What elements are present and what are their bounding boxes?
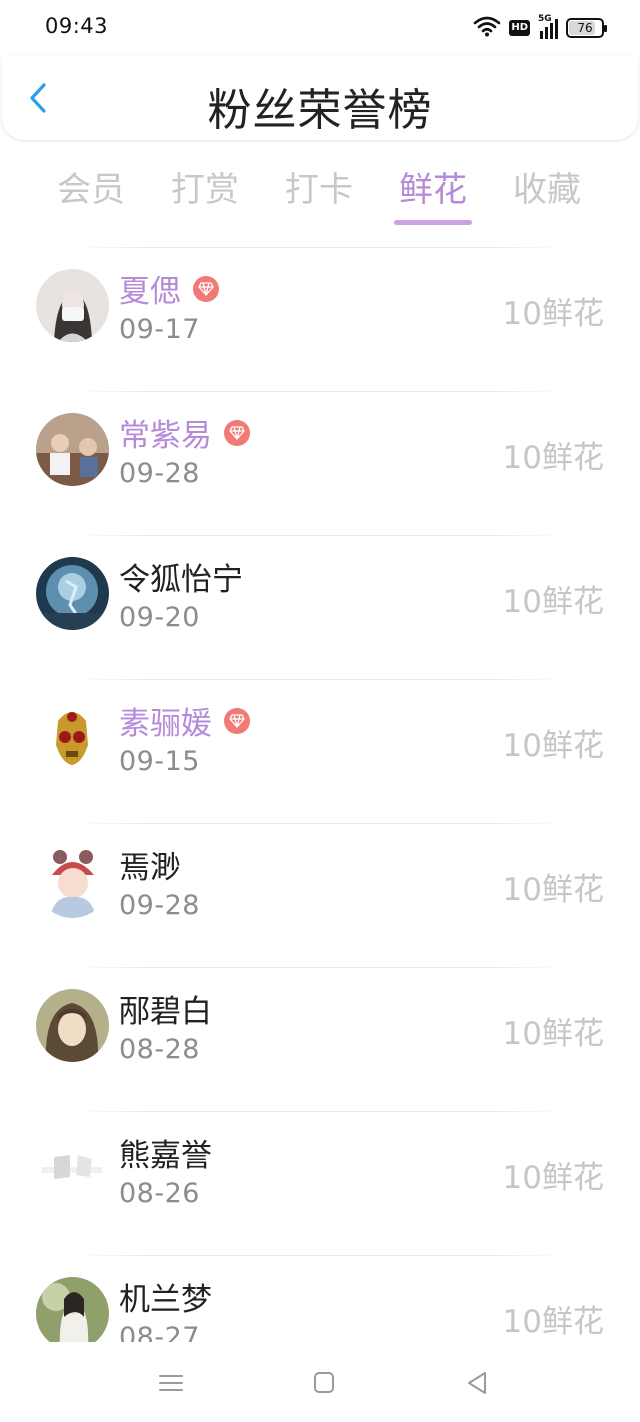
list-item[interactable]: 常紫易 09-28 10鲜花 xyxy=(0,384,640,528)
vip-diamond-icon xyxy=(193,275,219,302)
fan-name: 常紫易 xyxy=(119,418,212,454)
tab-flowers[interactable]: 鲜花 xyxy=(388,162,478,211)
battery-level: 76 xyxy=(577,21,593,35)
fan-name-row: 夏偲 xyxy=(119,266,219,311)
fan-name: 熊嘉誉 xyxy=(119,1138,212,1174)
divider xyxy=(72,1111,568,1112)
divider xyxy=(72,1255,568,1256)
tab-favorites[interactable]: 收藏 xyxy=(502,162,592,211)
list-item[interactable]: 令狐怡宁 09-20 10鲜花 xyxy=(0,528,640,672)
gift-count: 10鲜花 xyxy=(502,1160,604,1196)
hd-icon: HD xyxy=(509,20,530,36)
avatar[interactable] xyxy=(36,845,109,918)
network-label: 5G xyxy=(538,14,552,24)
avatar[interactable] xyxy=(36,989,109,1062)
fan-name: 机兰梦 xyxy=(119,1282,212,1318)
gift-count: 10鲜花 xyxy=(502,440,604,476)
fan-list: 夏偲 09-17 10鲜花 常紫易 09-28 10鲜花 令狐怡宁 09-20 … xyxy=(0,240,640,1342)
fan-date: 08-27 xyxy=(119,1322,200,1342)
gift-count: 10鲜花 xyxy=(502,584,604,620)
fan-date: 08-28 xyxy=(119,1034,200,1065)
battery-icon: 76 xyxy=(566,18,607,38)
status-icons: HD 5G 76 xyxy=(473,14,607,42)
divider xyxy=(72,391,568,392)
fan-name-row: 焉渺 xyxy=(119,842,181,887)
vip-diamond-icon xyxy=(224,419,250,446)
list-item[interactable]: 邴碧白 08-28 10鲜花 xyxy=(0,960,640,1104)
avatar[interactable] xyxy=(36,1133,109,1206)
divider xyxy=(72,967,568,968)
active-tab-indicator xyxy=(394,220,472,225)
tab-bar: 会员 打赏 打卡 鲜花 收藏 xyxy=(0,152,640,232)
tab-reward[interactable]: 打赏 xyxy=(160,162,250,211)
fan-name-row: 令狐怡宁 xyxy=(119,554,243,599)
list-item[interactable]: 夏偲 09-17 10鲜花 xyxy=(0,240,640,384)
divider xyxy=(72,823,568,824)
list-item[interactable]: 机兰梦 08-27 10鲜花 xyxy=(0,1248,640,1342)
fan-date: 09-28 xyxy=(119,458,200,489)
avatar[interactable] xyxy=(36,1277,109,1342)
gift-count: 10鲜花 xyxy=(502,1304,604,1340)
avatar[interactable] xyxy=(36,413,109,486)
fan-name-row: 素骊媛 xyxy=(119,698,250,743)
fan-name: 素骊媛 xyxy=(119,706,212,742)
divider xyxy=(72,535,568,536)
gift-count: 10鲜花 xyxy=(502,872,604,908)
list-item[interactable]: 焉渺 09-28 10鲜花 xyxy=(0,816,640,960)
divider xyxy=(72,679,568,680)
avatar[interactable] xyxy=(36,557,109,630)
status-time: 09:43 xyxy=(45,14,109,38)
fan-name-row: 邴碧白 xyxy=(119,986,212,1031)
divider xyxy=(72,247,568,248)
gift-count: 10鲜花 xyxy=(502,728,604,764)
list-item[interactable]: 熊嘉誉 08-26 10鲜花 xyxy=(0,1104,640,1248)
fan-name-row: 常紫易 xyxy=(119,410,250,455)
wifi-icon xyxy=(473,15,501,41)
fan-date: 09-20 xyxy=(119,602,200,633)
gift-count: 10鲜花 xyxy=(502,1016,604,1052)
tab-member[interactable]: 会员 xyxy=(46,162,136,211)
system-nav-bar xyxy=(0,1346,640,1422)
avatar[interactable] xyxy=(36,701,109,774)
gift-count: 10鲜花 xyxy=(502,296,604,332)
fan-name: 令狐怡宁 xyxy=(119,562,243,598)
fan-date: 09-28 xyxy=(119,890,200,921)
avatar[interactable] xyxy=(36,269,109,342)
fan-date: 08-26 xyxy=(119,1178,200,1209)
menu-icon[interactable] xyxy=(154,1368,188,1398)
tab-checkin[interactable]: 打卡 xyxy=(274,162,364,211)
fan-name-row: 机兰梦 xyxy=(119,1274,212,1319)
vip-diamond-icon xyxy=(224,707,250,734)
header: 粉丝荣誉榜 xyxy=(2,56,638,140)
fan-name: 夏偲 xyxy=(119,274,181,310)
status-bar: 09:43 HD 5G 76 xyxy=(0,0,640,56)
home-icon[interactable] xyxy=(307,1368,341,1398)
page-title: 粉丝荣誉榜 xyxy=(207,85,433,136)
fan-date: 09-17 xyxy=(119,314,200,345)
signal-5g-icon: 5G xyxy=(538,14,558,39)
fan-name-row: 熊嘉誉 xyxy=(119,1130,212,1175)
fan-date: 09-15 xyxy=(119,746,200,777)
fan-name: 焉渺 xyxy=(119,850,181,886)
list-item[interactable]: 素骊媛 09-15 10鲜花 xyxy=(0,672,640,816)
fan-name: 邴碧白 xyxy=(119,994,212,1030)
back-triangle-icon[interactable] xyxy=(460,1368,494,1398)
